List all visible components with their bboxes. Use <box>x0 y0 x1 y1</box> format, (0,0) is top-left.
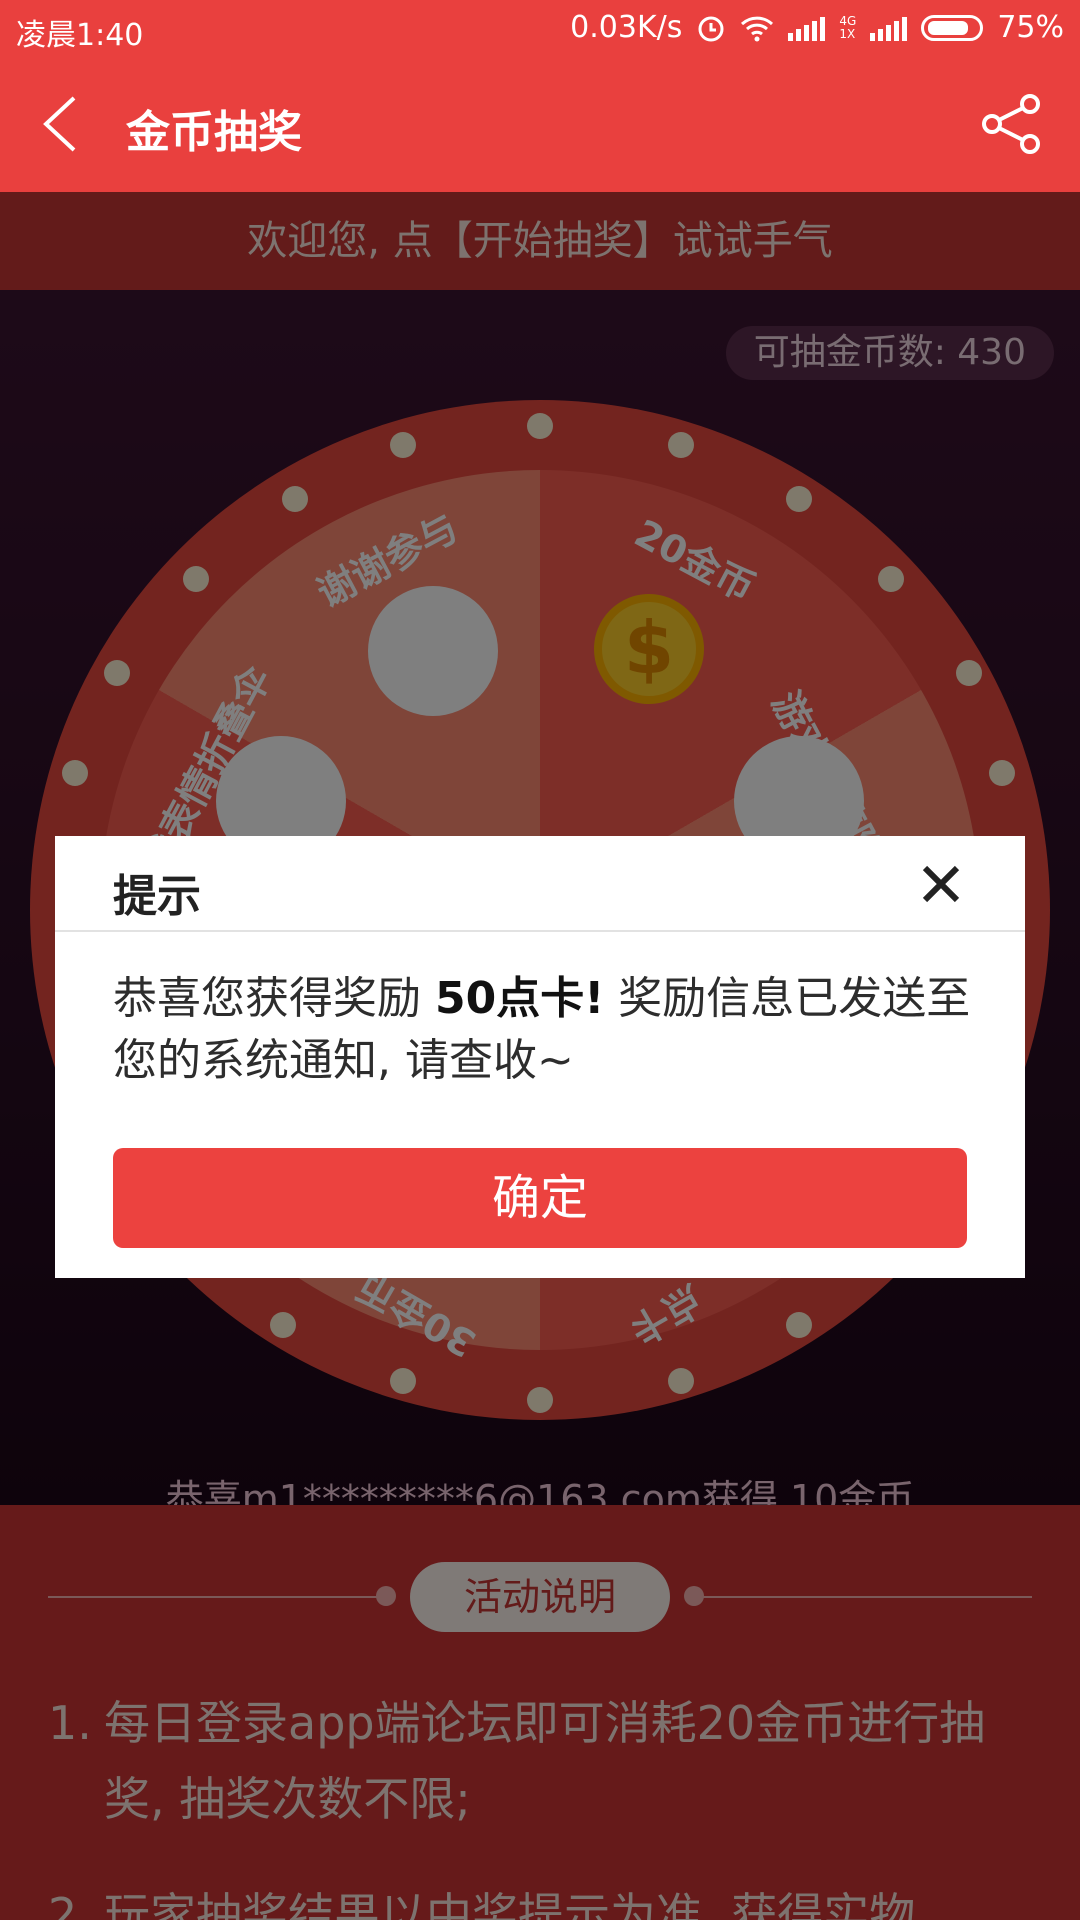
dialog-message: 恭喜您获得奖励 50点卡! 奖励信息已发送至您的系统通知, 请查收~ <box>113 968 973 1092</box>
battery-icon <box>921 14 984 41</box>
share-icon[interactable] <box>980 92 1044 156</box>
signal-icon <box>788 15 826 41</box>
confirm-button[interactable]: 确定 <box>113 1148 967 1248</box>
wifi-icon <box>741 16 774 41</box>
message-prefix: 恭喜您获得奖励 <box>113 973 435 1024</box>
page-title: 金币抽奖 <box>126 107 302 158</box>
status-time: 凌晨1:40 <box>16 18 144 53</box>
network-speed: 0.03K/s <box>570 10 683 45</box>
status-bar: 凌晨1:40 0.03K/s 4G 1X 75% <box>0 0 1080 56</box>
dialog-title: 提示 <box>113 871 201 922</box>
app-bar: 金币抽奖 <box>0 56 1080 192</box>
prize-dialog: 提示 恭喜您获得奖励 50点卡! 奖励信息已发送至您的系统通知, 请查收~ 确定 <box>55 836 1025 1278</box>
back-icon[interactable] <box>34 92 94 156</box>
status-right: 0.03K/s 4G 1X 75% <box>570 10 1064 45</box>
network-type: 4G 1X <box>839 13 857 41</box>
message-prize: 50点卡! <box>435 973 605 1024</box>
signal-icon-2 <box>870 15 908 41</box>
dialog-header: 提示 <box>55 836 1025 932</box>
battery-level: 75% <box>997 10 1064 45</box>
close-icon[interactable] <box>917 860 965 908</box>
alarm-icon <box>698 16 724 41</box>
